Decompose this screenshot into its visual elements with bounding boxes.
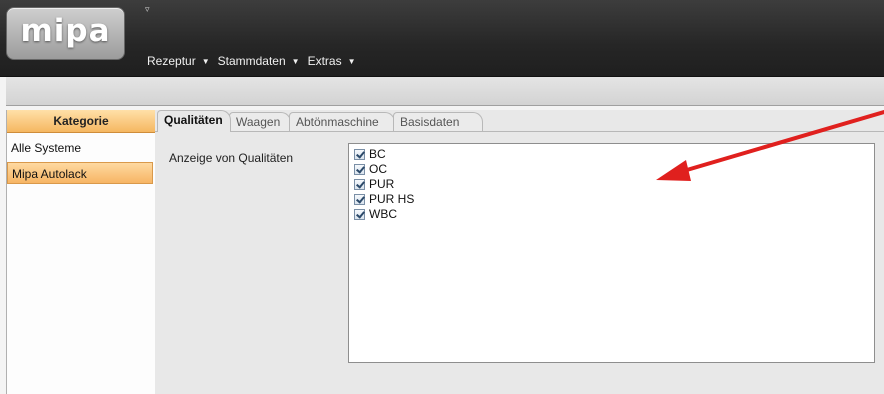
tab-basisdaten[interactable]: Basisdaten: [393, 112, 483, 131]
quality-item-wbc[interactable]: WBC: [354, 206, 397, 222]
quality-item-bc[interactable]: BC: [354, 146, 386, 162]
app-logo-button[interactable]: mipa: [6, 7, 125, 60]
menu-rezeptur[interactable]: Rezeptur ▼: [147, 54, 210, 68]
quality-label: BC: [369, 147, 386, 161]
quality-label: PUR HS: [369, 192, 415, 206]
quality-label: OC: [369, 162, 387, 176]
quality-item-oc[interactable]: OC: [354, 161, 387, 177]
category-panel: Kategorie Alle Systeme Mipa Autolack: [6, 110, 156, 394]
tab-waagen[interactable]: Waagen: [229, 112, 291, 131]
checkbox-checked-icon[interactable]: [354, 208, 365, 220]
logo-text: mipa: [20, 13, 111, 49]
chevron-down-icon: ▼: [291, 56, 300, 66]
menu-label: Stammdaten: [217, 54, 286, 68]
category-item-alle-systeme[interactable]: Alle Systeme: [7, 137, 153, 159]
checkbox-checked-icon[interactable]: [354, 178, 365, 190]
tab-abtoenmaschine[interactable]: Abtönmaschine: [289, 112, 395, 131]
app-window: mipa ▿ Rezeptur ▼ Stammdaten ▼ Extras ▼ …: [0, 0, 884, 394]
menu-stammdaten[interactable]: Stammdaten ▼: [218, 54, 300, 68]
category-header: Kategorie: [7, 110, 155, 133]
main-menu: Rezeptur ▼ Stammdaten ▼ Extras ▼: [147, 53, 364, 69]
checkbox-checked-icon[interactable]: [354, 148, 365, 160]
checkbox-checked-icon[interactable]: [354, 163, 365, 175]
chevron-down-icon: ▼: [347, 56, 356, 66]
menu-label: Extras: [307, 54, 342, 68]
qualities-label: Anzeige von Qualitäten: [169, 151, 294, 165]
quality-label: PUR: [369, 177, 395, 191]
menu-label: Rezeptur: [147, 54, 196, 68]
tab-strip: Qualitäten Waagen Abtönmaschine Basisdat…: [155, 110, 884, 132]
checkbox-checked-icon[interactable]: [354, 193, 365, 205]
quality-item-pur[interactable]: PUR: [354, 176, 394, 192]
quality-label: WBC: [369, 207, 397, 221]
chevron-down-icon: ▼: [201, 56, 210, 66]
ribbon-area: [6, 77, 884, 106]
category-item-mipa-autolack[interactable]: Mipa Autolack: [7, 162, 153, 184]
tab-qualitaeten[interactable]: Qualitäten: [157, 110, 231, 132]
qualities-checklist[interactable]: BC OC PUR PUR HS WBC: [348, 143, 875, 363]
title-bar: mipa ▿ Rezeptur ▼ Stammdaten ▼ Extras ▼: [0, 0, 884, 77]
settings-panel: Qualitäten Waagen Abtönmaschine Basisdat…: [155, 110, 884, 394]
tab-baseline: [155, 131, 884, 132]
quality-item-pur-hs[interactable]: PUR HS: [354, 191, 414, 207]
menu-extras[interactable]: Extras ▼: [308, 54, 356, 68]
quick-access-dropdown-icon[interactable]: ▿: [145, 4, 150, 15]
